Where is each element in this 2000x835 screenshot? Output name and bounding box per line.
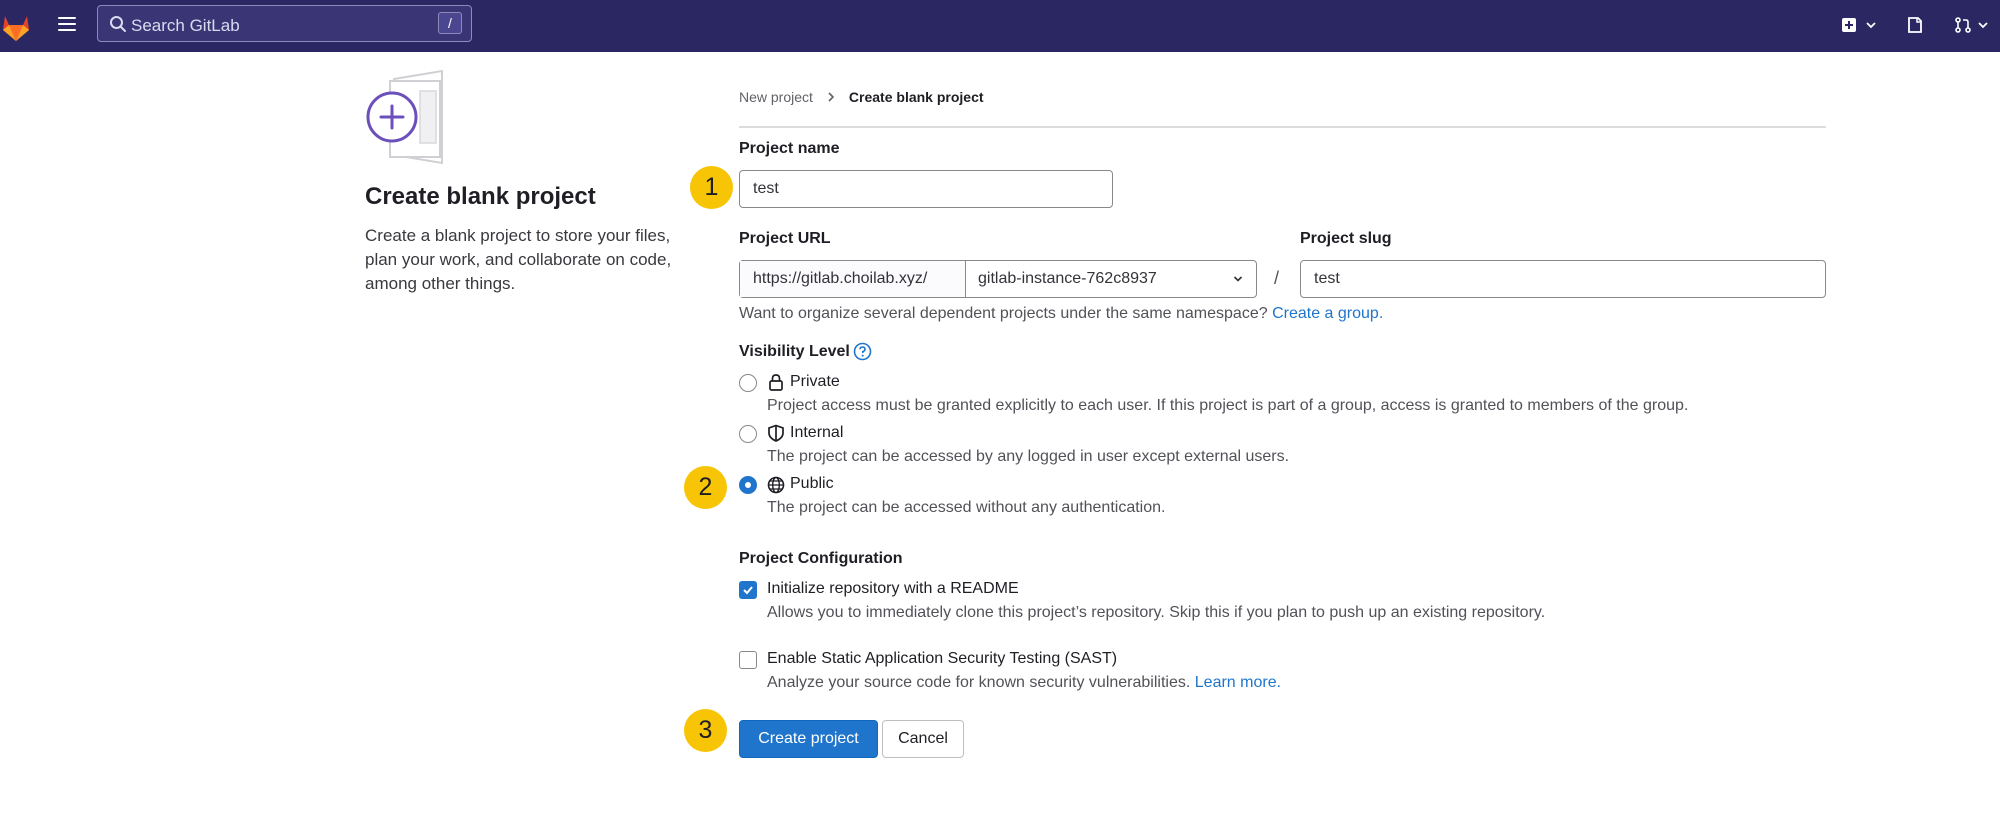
plus-square-icon bbox=[1842, 18, 1856, 32]
search-icon bbox=[110, 16, 126, 32]
project-configuration-label: Project Configuration bbox=[739, 550, 903, 567]
merge-request-icon bbox=[1955, 17, 1971, 33]
hamburger-menu-icon[interactable] bbox=[58, 17, 76, 31]
sast-learn-more-link[interactable]: Learn more. bbox=[1195, 674, 1281, 691]
checkmark-icon bbox=[743, 586, 753, 595]
url-slug-separator: / bbox=[1274, 268, 1280, 288]
visibility-private-label[interactable]: Private bbox=[790, 373, 840, 391]
sast-description-text: Analyze your source code for known secur… bbox=[767, 674, 1191, 691]
top-navbar: Search GitLab / bbox=[0, 0, 2000, 52]
search-placeholder: Search GitLab bbox=[131, 16, 240, 35]
project-url-group: https://gitlab.choilab.xyz/ gitlab-insta… bbox=[739, 260, 1257, 298]
visibility-internal-radio[interactable] bbox=[739, 425, 757, 443]
help-icon[interactable] bbox=[853, 342, 872, 361]
visibility-public-radio[interactable] bbox=[739, 476, 757, 494]
group-help-text: Want to organize several dependent proje… bbox=[739, 305, 1383, 323]
create-group-link[interactable]: Create a group. bbox=[1272, 305, 1383, 322]
chevron-down-icon bbox=[1866, 22, 1876, 29]
step-2-badge: 2 bbox=[684, 466, 727, 509]
namespace-value: gitlab-instance-762c8937 bbox=[978, 270, 1157, 287]
enable-sast-description: Analyze your source code for known secur… bbox=[767, 674, 1281, 692]
enable-sast-label[interactable]: Enable Static Application Security Testi… bbox=[767, 650, 1117, 668]
issues-button[interactable] bbox=[1906, 12, 1924, 38]
page-description: Create a blank project to store your fil… bbox=[365, 226, 672, 293]
chevron-right-icon bbox=[828, 92, 835, 102]
search-shortcut-key: / bbox=[438, 12, 462, 34]
search-input[interactable]: Search GitLab / bbox=[97, 5, 472, 42]
namespace-select[interactable]: gitlab-instance-762c8937 bbox=[966, 261, 1256, 297]
breadcrumb-new-project[interactable]: New project bbox=[739, 89, 813, 105]
blank-project-illustration bbox=[366, 69, 443, 165]
step-3-badge: 3 bbox=[684, 709, 727, 752]
visibility-level-heading: Visibility Level bbox=[739, 342, 872, 361]
project-name-label: Project name bbox=[739, 140, 840, 157]
visibility-public-description: The project can be accessed without any … bbox=[767, 499, 1166, 516]
cancel-button[interactable]: Cancel bbox=[882, 720, 964, 758]
new-item-dropdown[interactable] bbox=[1840, 12, 1878, 38]
create-project-button[interactable]: Create project bbox=[739, 720, 878, 758]
visibility-private-radio[interactable] bbox=[739, 374, 757, 392]
project-url-label: Project URL bbox=[739, 230, 831, 247]
initialize-readme-label[interactable]: Initialize repository with a README bbox=[767, 580, 1019, 598]
project-name-input[interactable]: test bbox=[739, 170, 1113, 208]
step-1-badge: 1 bbox=[690, 166, 733, 209]
chevron-down-icon bbox=[1233, 276, 1243, 282]
visibility-private-description: Project access must be granted explicitl… bbox=[767, 397, 1689, 414]
header-divider bbox=[739, 126, 1826, 128]
project-url-prefix: https://gitlab.choilab.xyz/ bbox=[740, 261, 966, 297]
visibility-public-label[interactable]: Public bbox=[790, 475, 834, 493]
breadcrumb-current[interactable]: Create blank project bbox=[849, 89, 984, 105]
issues-icon bbox=[1908, 17, 1922, 33]
shield-icon bbox=[768, 424, 784, 442]
lock-icon bbox=[769, 374, 783, 391]
gitlab-logo-icon[interactable] bbox=[0, 12, 32, 42]
group-help-message: Want to organize several dependent proje… bbox=[739, 305, 1268, 322]
project-slug-label: Project slug bbox=[1300, 230, 1392, 247]
visibility-internal-label[interactable]: Internal bbox=[790, 424, 843, 442]
chevron-down-icon bbox=[1978, 22, 1988, 29]
globe-icon bbox=[767, 476, 785, 494]
project-slug-input[interactable]: test bbox=[1300, 260, 1826, 298]
initialize-readme-description: Allows you to immediately clone this pro… bbox=[767, 604, 1546, 621]
merge-requests-dropdown[interactable] bbox=[1954, 12, 1990, 38]
visibility-level-label: Visibility Level bbox=[739, 342, 850, 360]
breadcrumb: New project Create blank project bbox=[739, 89, 984, 105]
enable-sast-checkbox[interactable] bbox=[739, 651, 757, 669]
page-title: Create blank project bbox=[365, 183, 596, 210]
initialize-readme-checkbox[interactable] bbox=[739, 581, 757, 599]
visibility-internal-description: The project can be accessed by any logge… bbox=[767, 448, 1290, 465]
